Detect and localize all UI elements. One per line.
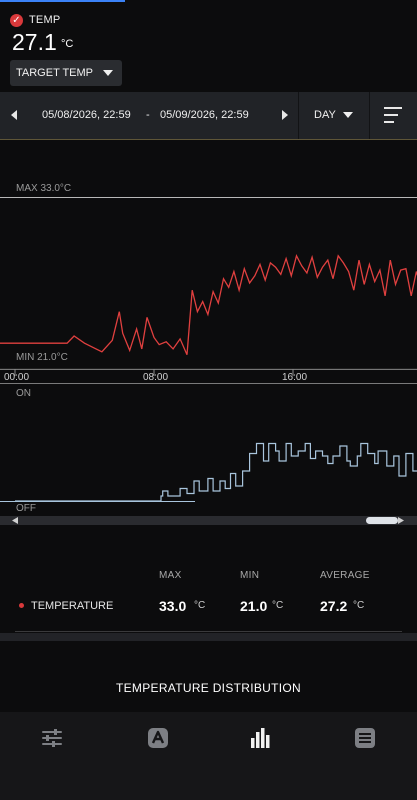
bottom-nav xyxy=(0,712,417,800)
series-name: TEMPERATURE xyxy=(31,600,114,612)
temperature-series-line xyxy=(0,253,417,355)
distribution-title[interactable]: TEMPERATURE DISTRIBUTION xyxy=(0,681,417,695)
min-value: 21.0 xyxy=(240,598,268,614)
max-value: 33.0 xyxy=(159,598,187,614)
range-start[interactable]: 05/08/2026, 22:59 xyxy=(42,109,131,121)
header: ✓ TEMP 27.1 °C TARGET TEMP xyxy=(0,0,417,92)
target-temp-label: TARGET TEMP xyxy=(16,67,94,79)
caret-right-icon[interactable] xyxy=(282,110,288,120)
target-temp-dropdown[interactable]: TARGET TEMP xyxy=(10,60,122,86)
check-icon: ✓ xyxy=(10,14,23,27)
bar-chart-icon[interactable] xyxy=(248,726,272,750)
section-separator xyxy=(0,633,417,641)
temperature-unit: °C xyxy=(61,38,74,50)
range-separator: - xyxy=(146,109,150,121)
max-unit: °C xyxy=(194,600,206,611)
average-header: AVERAGE xyxy=(320,570,370,581)
range-end[interactable]: 05/09/2026, 22:59 xyxy=(160,109,249,121)
heater-state-series-line xyxy=(15,442,417,502)
series-dot xyxy=(19,603,24,608)
filter-lines-icon[interactable] xyxy=(370,92,417,139)
sliders-icon[interactable] xyxy=(40,726,64,750)
caret-left-icon[interactable] xyxy=(11,110,17,120)
min-unit: °C xyxy=(272,600,284,611)
chart-svg xyxy=(0,253,417,525)
stats-divider xyxy=(15,631,402,632)
period-dropdown[interactable]: DAY xyxy=(299,92,369,139)
chevron-down-icon xyxy=(103,70,113,76)
chart-area: MAX 33.0°C MIN 21.0°C 00:00 08:00 16:00 … xyxy=(0,140,417,530)
list-icon[interactable] xyxy=(353,726,377,750)
scrollbar-track[interactable] xyxy=(0,516,417,525)
period-label: DAY xyxy=(314,109,336,121)
max-header: MAX xyxy=(159,570,182,581)
average-value: 27.2 xyxy=(320,598,348,614)
scrollbar-thumb[interactable] xyxy=(366,517,398,524)
chevron-down-icon xyxy=(343,112,353,118)
sensor-name: TEMP xyxy=(29,14,61,26)
automation-icon[interactable] xyxy=(146,726,170,750)
current-temperature: 27.1 xyxy=(12,29,57,55)
date-range-toolbar: 05/08/2026, 22:59 - 05/09/2026, 22:59 DA… xyxy=(0,92,417,139)
average-unit: °C xyxy=(353,600,365,611)
stats-panel: MAX MIN AVERAGE TEMPERATURE 33.0 °C 21.0… xyxy=(0,540,417,635)
min-header: MIN xyxy=(240,570,260,581)
